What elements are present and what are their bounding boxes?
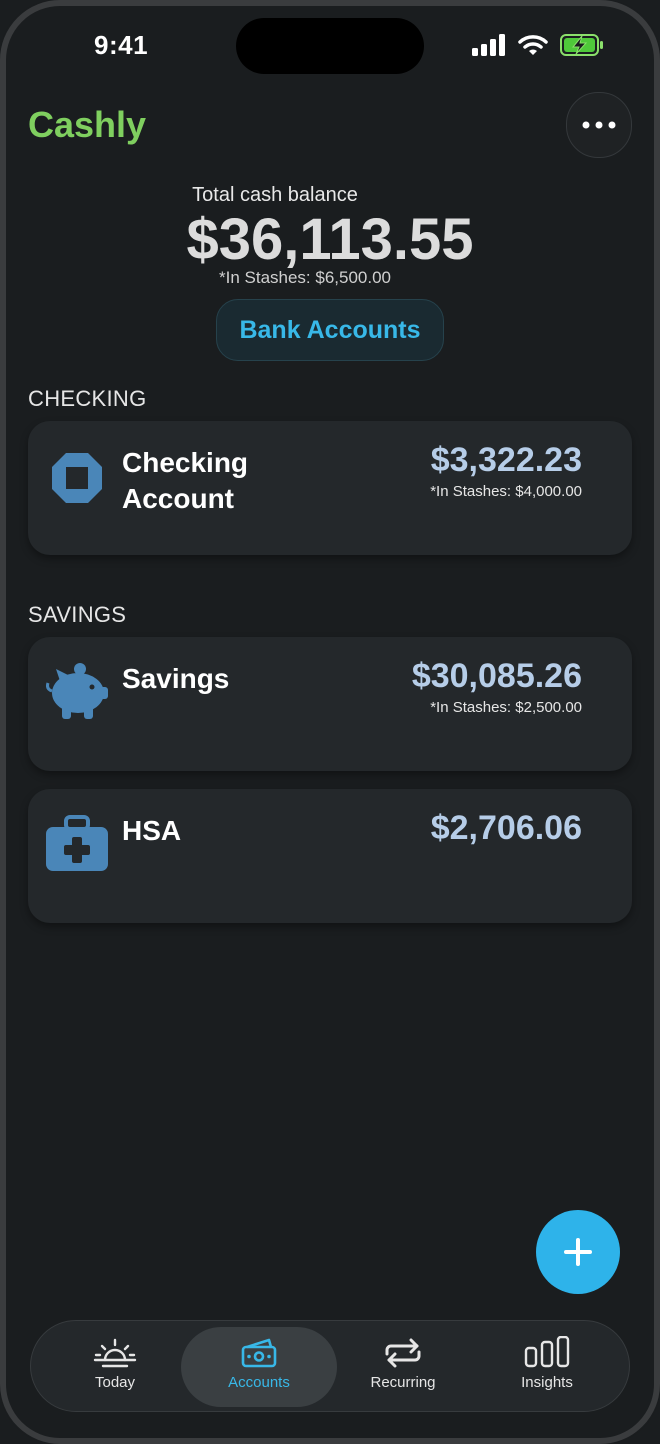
wifi-icon	[518, 35, 548, 55]
tab-label: Insights	[521, 1374, 573, 1391]
account-name: Checking Account	[122, 445, 248, 517]
tab-label: Today	[94, 1374, 136, 1391]
section-label-savings: SAVINGS	[28, 602, 127, 627]
account-amount: $2,706.06	[430, 809, 582, 847]
cash-icon	[241, 1338, 277, 1368]
app-title: Cashly	[28, 104, 147, 145]
bank-accounts-button[interactable]: Bank Accounts	[216, 299, 444, 361]
tab-label: Recurring	[370, 1374, 436, 1391]
account-amount: $3,322.23	[430, 441, 582, 479]
medical-kit-icon	[46, 815, 108, 871]
bank-logo-icon	[52, 453, 102, 503]
status-icons	[472, 34, 604, 56]
account-name-line1: Checking	[122, 447, 249, 478]
tab-today[interactable]: Today	[37, 1327, 193, 1407]
balance-stash-note: *In Stashes: $6,500.00	[218, 268, 392, 287]
dynamic-island	[236, 18, 424, 74]
plus-icon	[564, 1238, 592, 1266]
add-button[interactable]	[536, 1210, 620, 1294]
account-amount: $30,085.26	[411, 657, 582, 695]
balance-label: Total cash balance	[192, 184, 358, 206]
section-label-checking: CHECKING	[28, 386, 147, 411]
screen: 9:41 Cashly Total cash balance $36,113.5…	[0, 0, 660, 1444]
tab-bar: Today Accounts Recurring Insights	[30, 1320, 630, 1412]
piggy-bank-icon	[46, 663, 108, 719]
account-name-line2: Account	[122, 483, 234, 514]
tab-insights[interactable]: Insights	[469, 1327, 625, 1407]
ellipsis-icon	[582, 121, 616, 129]
more-options-button[interactable]	[566, 92, 632, 158]
account-card-hsa[interactable]: HSA $2,706.06	[28, 789, 632, 923]
tab-accounts[interactable]: Accounts	[181, 1327, 337, 1407]
bar-chart-icon	[524, 1336, 570, 1368]
battery-charging-icon	[560, 34, 603, 56]
status-time: 9:41	[94, 30, 149, 60]
account-stash-note: *In Stashes: $4,000.00	[430, 483, 582, 500]
account-card-checking[interactable]: Checking Account $3,322.23 *In Stashes: …	[28, 421, 632, 555]
repeat-icon	[385, 1338, 421, 1368]
signal-icon	[472, 34, 505, 56]
total-balance-value: $36,113.55	[186, 207, 474, 272]
tab-label: Accounts	[228, 1374, 290, 1391]
tab-recurring[interactable]: Recurring	[325, 1327, 481, 1407]
account-stash-note: *In Stashes: $2,500.00	[430, 699, 582, 716]
account-name: Savings	[122, 663, 230, 694]
account-card-savings[interactable]: Savings $30,085.26 *In Stashes: $2,500.0…	[28, 637, 632, 771]
sunrise-icon	[93, 1338, 137, 1368]
account-name: HSA	[122, 815, 182, 846]
